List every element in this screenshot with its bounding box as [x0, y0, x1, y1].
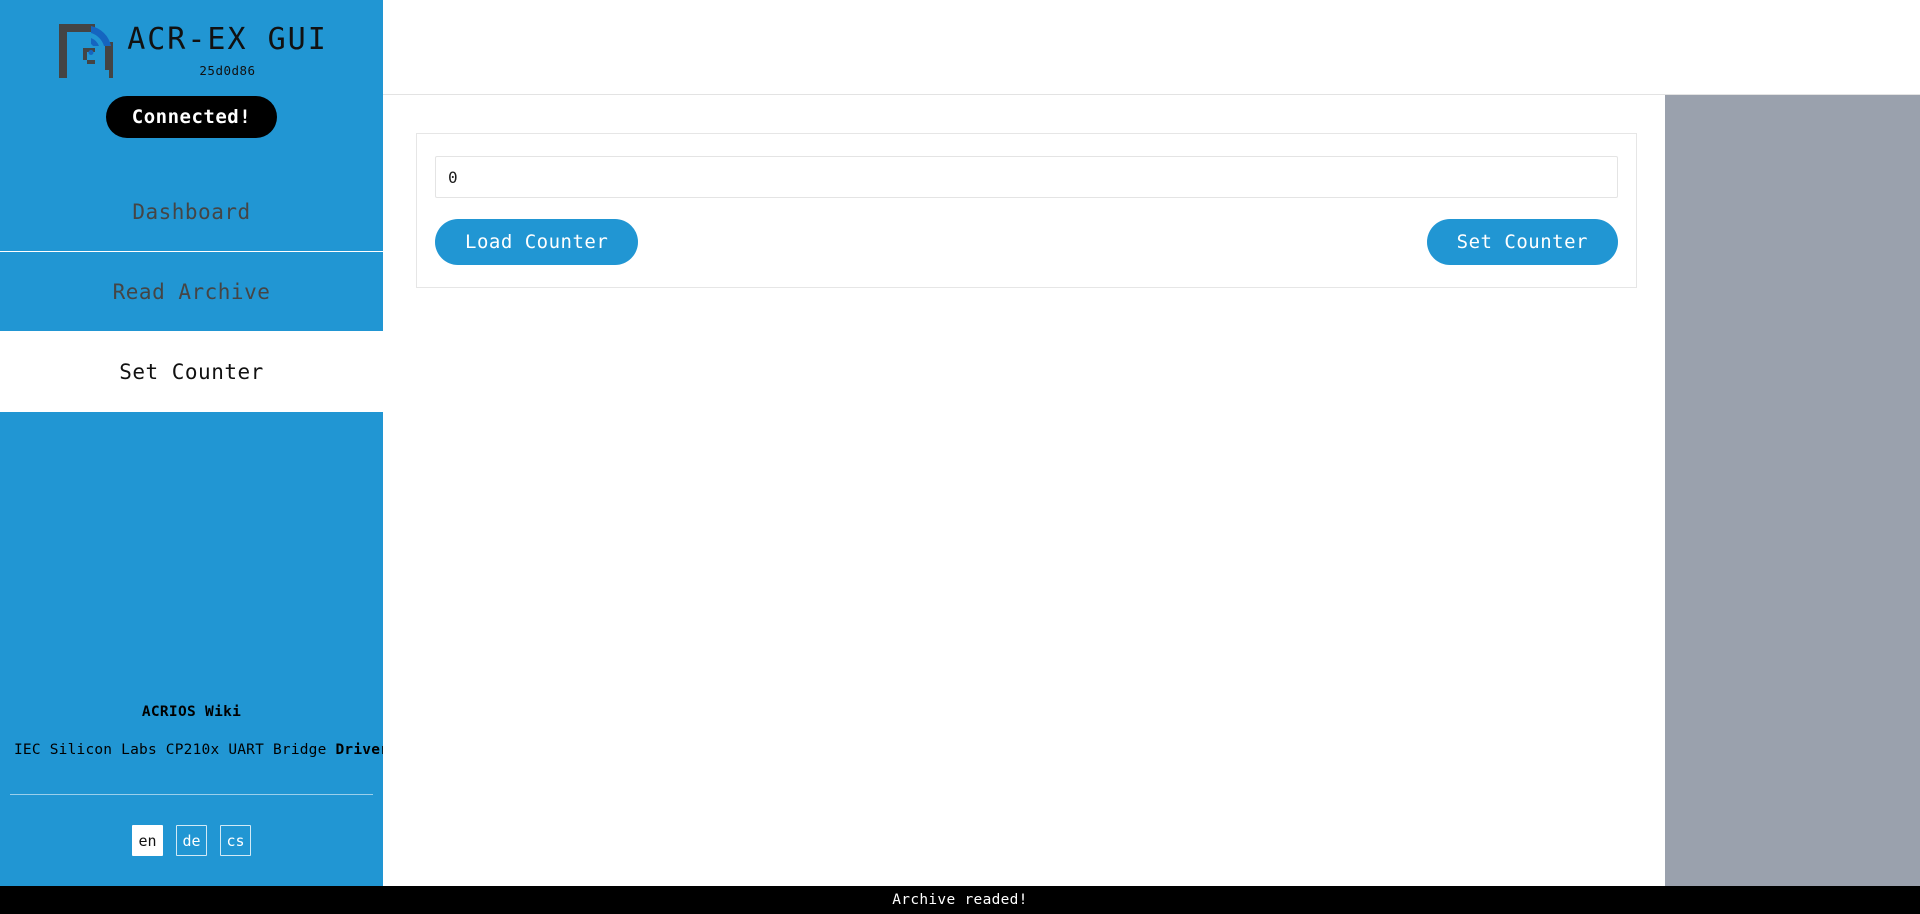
- sidebar-item-dashboard[interactable]: Dashboard: [0, 172, 383, 252]
- app-title: ACR-EX GUI: [127, 21, 328, 57]
- counter-value-input[interactable]: [435, 156, 1618, 198]
- app-version: 25d0d86: [199, 62, 256, 78]
- acrios-signal-logo-icon: [55, 20, 117, 82]
- set-counter-button[interactable]: Set Counter: [1426, 219, 1618, 265]
- acrios-wiki-link[interactable]: ACRIOS Wiki: [0, 704, 383, 720]
- status-bar-message: Archive readed!: [892, 892, 1028, 908]
- language-switcher: en de cs: [0, 795, 383, 886]
- language-button-en[interactable]: en: [132, 825, 163, 856]
- set-counter-card: Load Counter Set Counter: [416, 133, 1637, 288]
- connection-status-badge[interactable]: Connected!: [105, 96, 278, 138]
- top-header-bar: [383, 0, 1920, 95]
- card-button-row: Load Counter Set Counter: [435, 219, 1618, 265]
- language-button-de[interactable]: de: [176, 825, 207, 856]
- sidebar-item-set-counter[interactable]: Set Counter: [0, 332, 383, 412]
- sidebar-footer-links: ACRIOS Wiki IEC Silicon Labs CP210x UART…: [0, 704, 398, 772]
- brand-text: ACR-EX GUI 25d0d86: [127, 21, 328, 78]
- app-window: ACR-EX GUI 25d0d86 Connected! Dashboard …: [0, 0, 1920, 914]
- drivers-prefix-text: IEC Silicon Labs CP210x UART Bridge: [14, 742, 336, 758]
- connection-status-wrap: Connected!: [0, 96, 383, 138]
- status-bar: Archive readed!: [0, 886, 1920, 914]
- sidebar-nav: Dashboard Read Archive Set Counter: [0, 172, 383, 412]
- load-counter-button[interactable]: Load Counter: [435, 219, 639, 265]
- sidebar: ACR-EX GUI 25d0d86 Connected! Dashboard …: [0, 0, 398, 886]
- brand-header: ACR-EX GUI 25d0d86: [0, 0, 383, 80]
- right-gray-panel: [1665, 95, 1920, 886]
- language-button-cs[interactable]: cs: [220, 825, 251, 856]
- sidebar-item-read-archive[interactable]: Read Archive: [0, 252, 383, 332]
- content-area: Load Counter Set Counter: [383, 95, 1920, 886]
- main-area: Load Counter Set Counter: [383, 0, 1920, 886]
- drivers-line: IEC Silicon Labs CP210x UART Bridge Driv…: [0, 742, 398, 758]
